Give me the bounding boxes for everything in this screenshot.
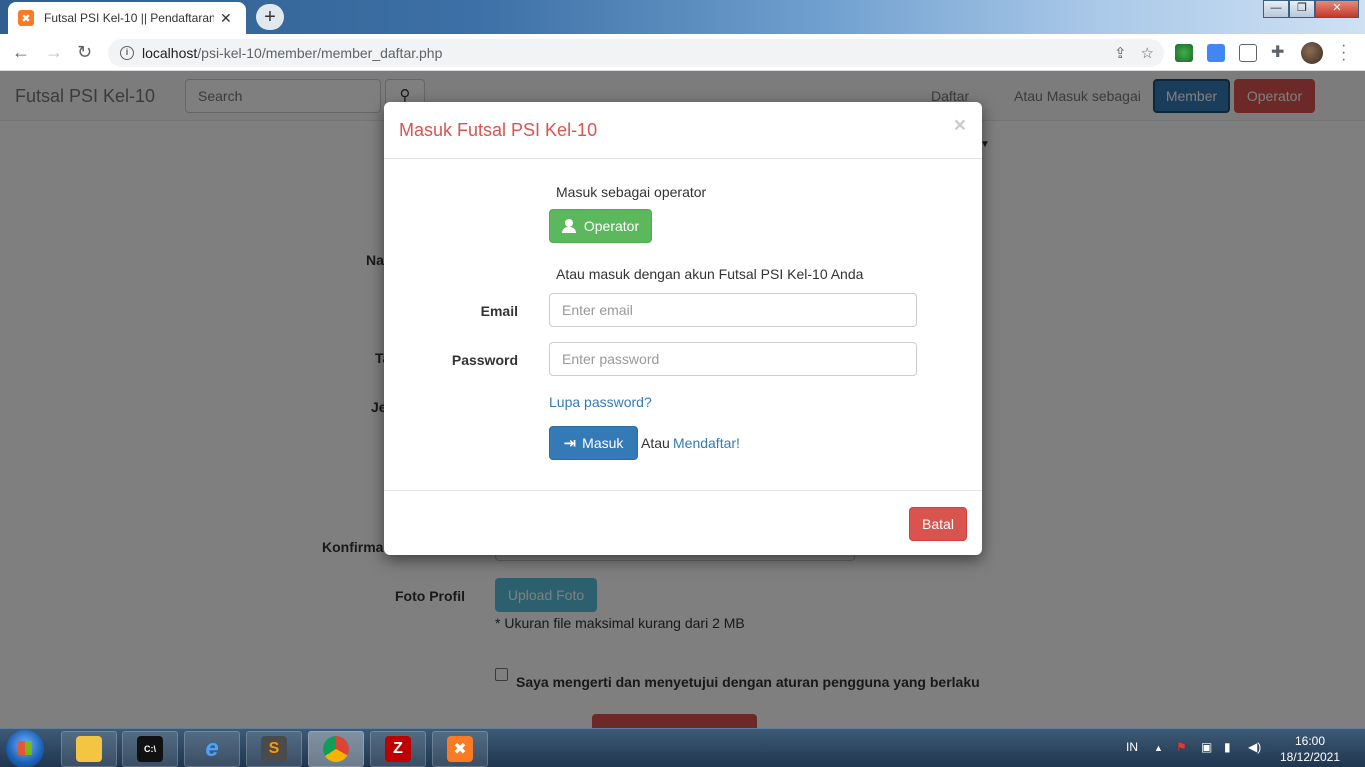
start-button[interactable] [6, 730, 44, 767]
taskbar-xampp[interactable]: ✖ [432, 731, 488, 767]
or-text: Atau [641, 435, 670, 451]
new-tab-button[interactable]: + [256, 4, 284, 30]
user-icon [561, 219, 576, 233]
share-icon[interactable]: ⇪ [1114, 44, 1127, 62]
email-label: Email [480, 303, 518, 319]
taskbar-ie[interactable]: e [184, 731, 240, 767]
minimize-button[interactable]: — [1263, 0, 1289, 18]
page-content: Futsal PSI Kel-10 ⚲ Daftar Atau Masuk se… [0, 71, 1365, 728]
terminal-icon: C:\ [137, 736, 163, 762]
taskbar-cmd[interactable]: C:\ [122, 731, 178, 767]
volume-icon[interactable]: ◀) [1248, 740, 1261, 754]
back-arrow-icon[interactable]: ← [12, 42, 30, 63]
browser-tab-active[interactable]: ✖ Futsal PSI Kel-10 || Pendaftaran M ✕ [8, 2, 246, 34]
url-text: localhost/psi-kel-10/member/member_dafta… [142, 45, 442, 61]
browser-toolbar: ← → ↻ i localhost/psi-kel-10/member/memb… [0, 34, 1365, 71]
operator-prompt: Masuk sebagai operator [556, 184, 707, 200]
maximize-button[interactable]: ❐ [1289, 0, 1315, 18]
cancel-button[interactable]: Batal [909, 507, 967, 541]
modal-header: Masuk Futsal PSI Kel-10 × [384, 102, 982, 159]
google-translate-icon[interactable] [1207, 44, 1225, 62]
bookmark-star-icon[interactable]: ☆ [1141, 44, 1154, 62]
filezilla-icon: Z [385, 736, 411, 762]
folder-icon [76, 736, 102, 762]
modal-footer: Batal [384, 490, 982, 555]
operator-button[interactable]: Operator [549, 209, 652, 243]
url-path: /psi-kel-10/member/member_daftar.php [197, 45, 443, 61]
system-clock[interactable]: 16:00 18/12/2021 [1275, 733, 1345, 765]
show-hidden-icons[interactable]: ▲ [1154, 743, 1163, 753]
login-icon: ⇥ [563, 435, 577, 452]
profile-avatar[interactable] [1301, 42, 1323, 64]
close-icon[interactable]: × [954, 114, 966, 138]
document-icon[interactable] [1239, 44, 1257, 62]
browser-titlebar: ✖ Futsal PSI Kel-10 || Pendaftaran M ✕ +… [0, 0, 1365, 34]
password-field[interactable] [549, 342, 917, 376]
login-button-label: Masuk [582, 435, 624, 451]
site-info-icon[interactable]: i [120, 46, 134, 60]
login-button[interactable]: ⇥ Masuk [549, 426, 638, 460]
modal-title: Masuk Futsal PSI Kel-10 [399, 120, 598, 140]
window-close-button[interactable]: ✕ [1315, 0, 1359, 18]
address-bar[interactable]: i localhost/psi-kel-10/member/member_daf… [108, 39, 1164, 67]
extensions-puzzle-icon[interactable]: ✚ [1271, 42, 1289, 61]
register-link[interactable]: Mendaftar! [673, 435, 740, 451]
forward-arrow-icon[interactable]: → [45, 42, 63, 63]
xampp-icon: ✖ [18, 10, 34, 26]
device-icon[interactable]: ▣ [1201, 740, 1212, 754]
clock-time: 16:00 [1294, 734, 1326, 748]
account-prompt: Atau masuk dengan akun Futsal PSI Kel-10… [556, 266, 864, 282]
language-indicator[interactable]: IN [1126, 740, 1138, 754]
taskbar-sublime[interactable]: S [246, 731, 302, 767]
window-controls: — ❐ ✕ [1263, 0, 1359, 18]
sublime-text-icon: S [261, 736, 287, 762]
clock-date: 18/12/2021 [1279, 750, 1341, 764]
reload-icon[interactable]: ↻ [77, 42, 92, 63]
url-host: localhost [142, 45, 198, 61]
browser-menu-icon[interactable]: · · · [1341, 38, 1346, 68]
login-modal: Masuk Futsal PSI Kel-10 × Masuk sebagai … [384, 102, 982, 555]
network-signal-icon[interactable]: ▮ [1224, 740, 1231, 754]
operator-button-label: Operator [583, 218, 640, 234]
taskbar-filezilla[interactable]: Z [370, 731, 426, 767]
xampp-icon: ✖ [447, 736, 473, 762]
close-tab-icon[interactable]: ✕ [220, 10, 232, 27]
action-center-flag-icon[interactable]: ⚑ [1176, 740, 1187, 754]
chrome-icon [323, 736, 349, 762]
taskbar-chrome[interactable] [308, 731, 364, 767]
windows-taskbar: C:\ e S Z ✖ IN ▲ ⚑ ▣ ▮ ◀) 16:00 18/12/20… [0, 728, 1365, 767]
password-label: Password [451, 352, 518, 368]
email-field[interactable] [549, 293, 917, 327]
extension-globe-icon[interactable] [1175, 44, 1193, 62]
forgot-password-link[interactable]: Lupa password? [549, 394, 652, 410]
tab-title: Futsal PSI Kel-10 || Pendaftaran M [44, 11, 214, 25]
taskbar-explorer[interactable] [61, 731, 117, 767]
internet-explorer-icon: e [205, 735, 219, 762]
